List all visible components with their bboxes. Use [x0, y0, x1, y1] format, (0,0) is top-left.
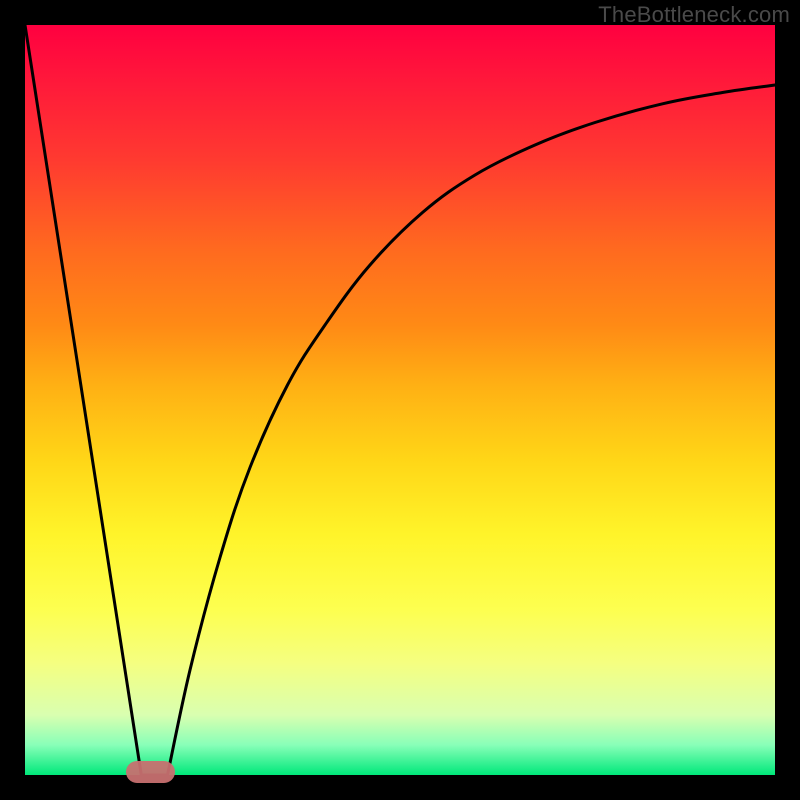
source-attribution: TheBottleneck.com [598, 2, 790, 28]
valley-marker [126, 761, 175, 783]
chart-frame: TheBottleneck.com [0, 0, 800, 800]
gradient-plot-area [25, 25, 775, 775]
curve-layer [25, 25, 775, 775]
bottleneck-curve [25, 25, 775, 775]
